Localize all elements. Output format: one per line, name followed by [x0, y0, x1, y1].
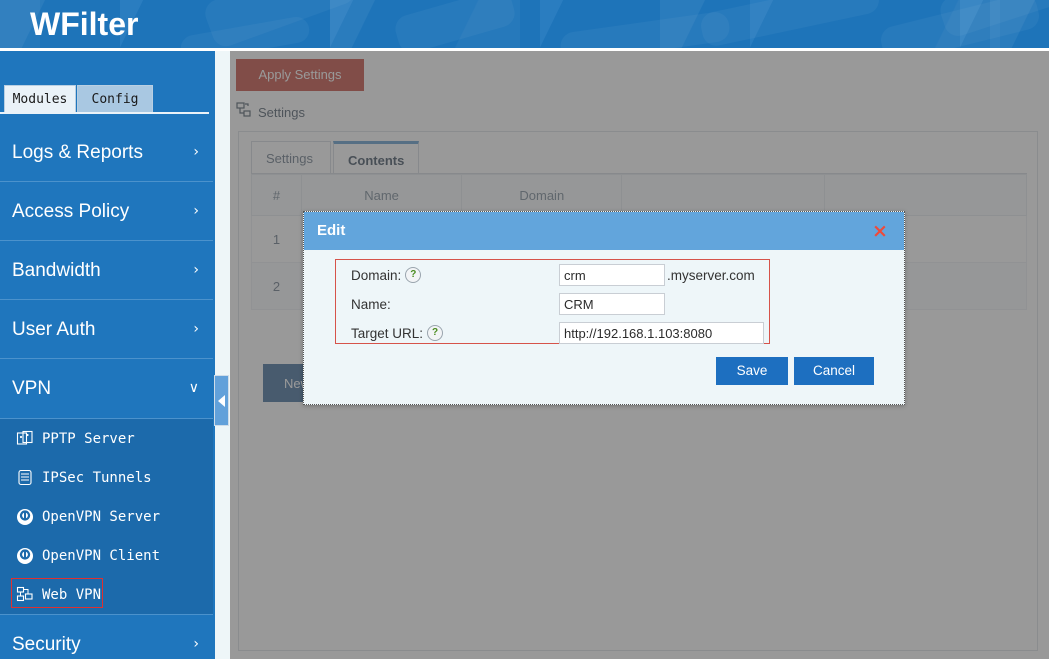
openvpn-icon [16, 547, 34, 565]
sidebar-tab-modules[interactable]: Modules [4, 85, 76, 113]
ipsec-tunnels-icon [16, 469, 34, 487]
sidebar-item-label: Logs & Reports [12, 142, 143, 163]
target-url-input[interactable] [559, 322, 764, 344]
pptp-server-icon [16, 430, 34, 448]
header-decoration [392, 0, 518, 48]
sidebar-item-bandwidth[interactable]: Bandwidth › [0, 241, 213, 300]
sidebar-item-access-policy[interactable]: Access Policy › [0, 182, 213, 241]
sidebar-item-pptp-server[interactable]: PPTP Server [0, 419, 213, 458]
sidebar-item-openvpn-client[interactable]: OpenVPN Client [0, 536, 213, 575]
target-url-label: Target URL:? [351, 319, 444, 348]
sidebar-item-label: VPN [12, 378, 52, 399]
sidebar-tabs: Modules Config [0, 85, 215, 115]
domain-label: Domain:? [351, 261, 422, 290]
form-row-domain: Domain:? .myserver.com [336, 261, 771, 290]
form-row-target-url: Target URL:? [336, 319, 771, 348]
edit-form-group: Domain:? .myserver.com Name: Target URL:… [335, 259, 770, 344]
sidebar-collapse-handle[interactable] [214, 375, 229, 426]
sidebar-tab-config[interactable]: Config [77, 85, 153, 113]
edit-dialog: Edit × Domain:? .myserver.com Name: Targ… [303, 211, 905, 405]
chevron-right-icon: › [193, 262, 199, 278]
header-decoration [698, 0, 882, 48]
sidebar-item-web-vpn[interactable]: Web VPN [0, 575, 213, 614]
openvpn-icon [16, 508, 34, 526]
sidebar-gutter [215, 51, 230, 659]
sidebar: Modules Config Logs & Reports › Access P… [0, 51, 215, 659]
chevron-left-icon [218, 394, 225, 407]
save-button[interactable]: Save [716, 357, 788, 385]
sidebar-item-ipsec-tunnels[interactable]: IPSec Tunnels [0, 458, 213, 497]
cancel-button[interactable]: Cancel [794, 357, 874, 385]
sidebar-item-label: Bandwidth [12, 260, 101, 281]
web-vpn-icon [16, 586, 34, 604]
sidebar-item-label: User Auth [12, 319, 96, 340]
chevron-right-icon: › [193, 636, 199, 652]
sidebar-item-vpn[interactable]: VPN ∨ [0, 359, 213, 418]
sidebar-item-label: Access Policy [12, 201, 130, 222]
form-row-name: Name: [336, 290, 771, 319]
sidebar-item-label: OpenVPN Server [42, 508, 161, 525]
sidebar-item-user-auth[interactable]: User Auth › [0, 300, 213, 359]
application-root: WFilter Apply Settings Settings Settings… [0, 0, 1049, 659]
sidebar-item-label: Security [12, 634, 81, 655]
help-icon[interactable]: ? [405, 267, 422, 284]
domain-input[interactable] [559, 264, 665, 286]
chevron-right-icon: › [193, 203, 199, 219]
name-label: Name: [351, 297, 391, 312]
chevron-down-icon: ∨ [188, 380, 199, 396]
sidebar-item-label: Web VPN [42, 586, 102, 603]
sidebar-submenu-vpn: PPTP Server IPSec Tunnels OpenVPN Server… [0, 418, 213, 614]
sidebar-nav-list: Logs & Reports › Access Policy › Bandwid… [0, 123, 213, 659]
app-brand-title: WFilter [30, 6, 139, 42]
dialog-title: Edit [317, 222, 346, 239]
sidebar-item-label: OpenVPN Client [42, 547, 161, 564]
chevron-right-icon: › [193, 321, 199, 337]
domain-suffix: .myserver.com [667, 268, 755, 283]
name-input[interactable] [559, 293, 665, 315]
help-icon[interactable]: ? [427, 325, 444, 342]
dialog-actions: Save Cancel [304, 357, 904, 391]
close-icon[interactable]: × [870, 221, 890, 241]
chevron-right-icon: › [193, 144, 199, 160]
sidebar-item-label: PPTP Server [42, 430, 135, 447]
sidebar-item-logs-reports[interactable]: Logs & Reports › [0, 123, 213, 182]
sidebar-item-openvpn-server[interactable]: OpenVPN Server [0, 497, 213, 536]
app-header-banner: WFilter [0, 0, 1049, 48]
sidebar-item-security[interactable]: Security › [0, 614, 213, 659]
sidebar-item-label: IPSec Tunnels [42, 469, 152, 486]
sidebar-tabs-underline [0, 112, 209, 114]
dialog-titlebar: Edit [304, 212, 904, 250]
